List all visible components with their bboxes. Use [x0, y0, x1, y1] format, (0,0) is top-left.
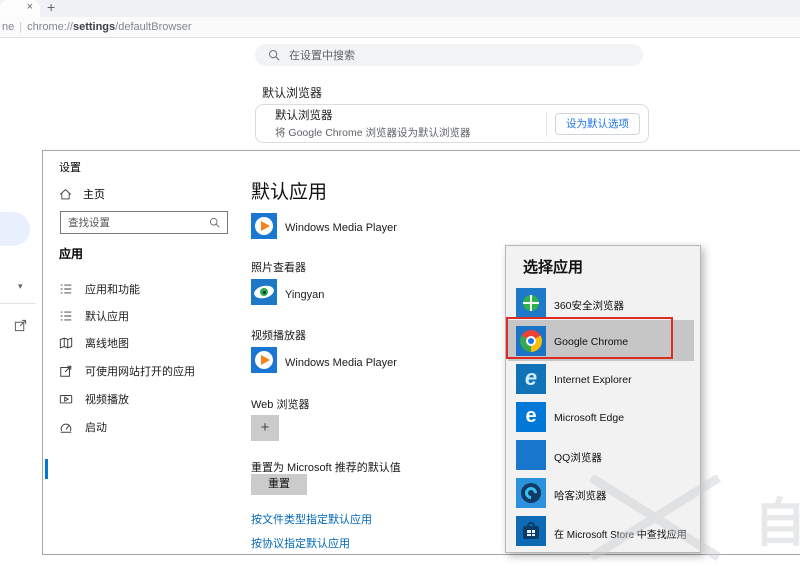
reset-button[interactable]: 重置 [251, 474, 307, 495]
sidebar-item-label: 可使用网站打开的应用 [85, 366, 195, 378]
microsoft-edge-icon: e [516, 402, 546, 432]
find-setting-input[interactable]: 查找设置 [60, 211, 228, 234]
browser-toolbar: ne | chrome://settings/defaultBrowser [0, 17, 800, 38]
app-item-store-search[interactable]: 在 Microsoft Store 中查找应用 [554, 526, 687, 541]
annotation-highlight-box [506, 317, 673, 359]
settings-search-input[interactable]: 在设置中搜索 [255, 44, 643, 66]
video-player-label: 视频播放器 [251, 330, 306, 342]
home-label: 主页 [83, 189, 105, 201]
sidebar-item-default-apps[interactable]: 默认应用 [43, 304, 248, 479]
windows-media-player-icon[interactable] [251, 213, 277, 239]
sidebar-item-apps-for-websites[interactable]: 可使用网站打开的应用 [43, 359, 248, 383]
sidebar-item-label: 默认应用 [85, 311, 129, 323]
popup-title: 选择应用 [523, 259, 584, 276]
address-bar[interactable]: ne | chrome://settings/defaultBrowser [2, 21, 192, 33]
music-player-app[interactable]: Windows Media Player [285, 222, 397, 234]
sidebar-item-video-playback[interactable]: 视频播放 [43, 387, 248, 411]
url-host: settings [72, 21, 116, 33]
find-setting-placeholder: 查找设置 [68, 217, 110, 229]
sidebar-divider-fragment [0, 303, 36, 304]
new-tab-icon[interactable]: + [47, 0, 55, 15]
settings-search-placeholder: 在设置中搜索 [289, 50, 355, 62]
tab-close-icon[interactable]: × [27, 1, 33, 13]
app-item-qq-browser[interactable]: QQ浏览器 [554, 450, 602, 465]
apps-for-websites-icon [60, 365, 72, 377]
internet-explorer-icon: e [516, 364, 546, 394]
choose-default-button[interactable]: + [251, 415, 279, 441]
yingyan-icon[interactable] [251, 279, 277, 305]
search-icon [209, 217, 220, 228]
sidebar-item-apps-features[interactable]: 应用和功能 [43, 277, 248, 301]
choose-app-popup: 选择应用 360安全浏览器 Google Chrome e Internet E… [505, 245, 701, 553]
link-default-by-protocol[interactable]: 按协议指定默认应用 [251, 535, 350, 551]
video-player-app[interactable]: Windows Media Player [285, 357, 397, 369]
screenshot-root: × + ne | chrome://settings/defaultBrowser … [0, 0, 800, 565]
sidebar-item-label: 启动 [85, 422, 107, 434]
microsoft-store-icon [516, 516, 546, 546]
url-prefix: ne [2, 21, 15, 33]
sidebar-item-home[interactable]: 主页 [59, 186, 105, 202]
sidebar-item-label: 离线地图 [85, 338, 129, 350]
sidebar-item-offline-maps[interactable]: 离线地图 [43, 331, 248, 355]
url-scheme: chrome:// [27, 21, 73, 33]
web-browser-label: Web 浏览器 [251, 399, 310, 411]
make-default-button[interactable]: 设为默认选项 [555, 112, 640, 135]
card-subtitle: 将 Google Chrome 浏览器设为默认浏览器 [275, 127, 471, 139]
url-separator: | [19, 21, 23, 33]
browser-tab-strip: × + [0, 0, 800, 17]
home-icon [59, 188, 72, 199]
qq-browser-icon [516, 440, 546, 470]
startup-icon [60, 423, 72, 433]
photo-viewer-app[interactable]: Yingyan [285, 289, 324, 301]
browser-tab[interactable]: × [0, 0, 40, 17]
external-link-icon[interactable] [14, 319, 27, 337]
page-title: 默认应用 [251, 182, 328, 203]
sidebar-item-label: 应用和功能 [85, 284, 140, 296]
url-path: /defaultBrowser [115, 21, 192, 33]
reset-caption: 重置为 Microsoft 推荐的默认值 [251, 462, 401, 474]
video-playback-icon [59, 395, 73, 404]
app-item-hake-browser[interactable]: 哈客浏览器 [554, 488, 607, 503]
default-apps-icon [60, 311, 72, 321]
search-icon [269, 50, 280, 61]
photo-viewer-label: 照片查看器 [251, 262, 306, 274]
sidebar-item-label: 视频播放 [85, 394, 129, 406]
default-browser-section-title: 默认浏览器 [262, 86, 323, 100]
app-item-internet-explorer[interactable]: Internet Explorer [554, 374, 632, 386]
sidebar-item-startup[interactable]: 启动 [43, 415, 248, 439]
app-item-360[interactable]: 360安全浏览器 [554, 298, 624, 313]
hake-browser-icon [516, 478, 546, 508]
sidebar-selected-pill-fragment[interactable] [0, 212, 30, 246]
offline-maps-icon [59, 337, 73, 349]
card-title: 默认浏览器 [275, 110, 333, 122]
link-default-by-file-type[interactable]: 按文件类型指定默认应用 [251, 511, 372, 527]
app-item-microsoft-edge[interactable]: Microsoft Edge [554, 412, 624, 424]
apps-group-label: 应用 [59, 247, 84, 261]
selected-indicator [45, 459, 48, 479]
card-divider [546, 110, 547, 137]
chevron-down-icon[interactable]: ▾ [18, 281, 23, 292]
apps-features-icon [60, 284, 72, 294]
windows-media-player-icon[interactable] [251, 347, 277, 373]
default-browser-card: 默认浏览器 将 Google Chrome 浏览器设为默认浏览器 设为默认选项 [255, 104, 649, 143]
window-title: 设置 [59, 162, 81, 174]
360-browser-icon [516, 288, 546, 318]
